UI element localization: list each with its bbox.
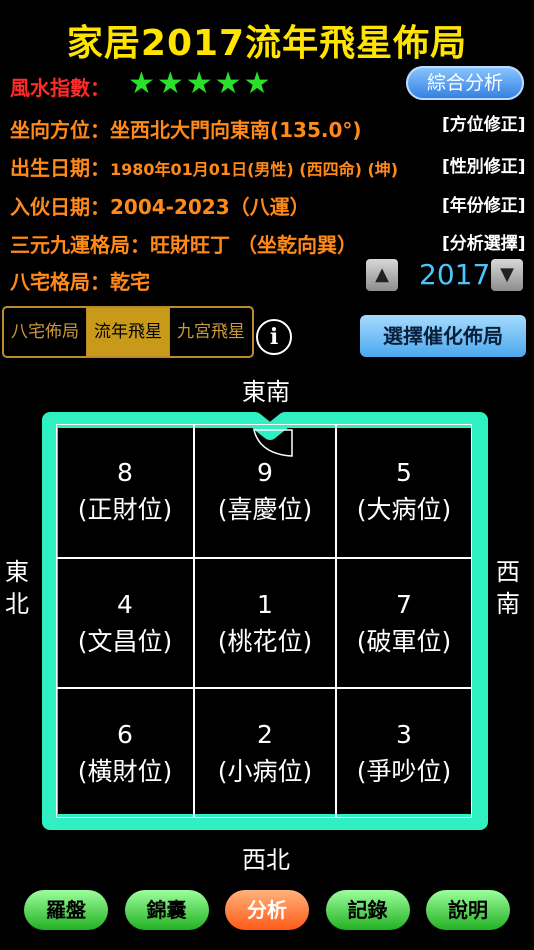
bottom-nav: 羅盤 錦囊 分析 記錄 說明 bbox=[24, 890, 510, 930]
grid-cell[interactable]: 2 (小病位) bbox=[194, 688, 336, 818]
tips-button[interactable]: 錦囊 bbox=[124, 890, 209, 930]
move-in-value: 2004-2023（八運） bbox=[110, 195, 310, 219]
grid-cell[interactable]: 3 (爭吵位) bbox=[336, 688, 472, 818]
tab-nine-palace[interactable]: 九宮飛星 bbox=[169, 308, 252, 356]
comprehensive-analysis-button[interactable]: 綜合分析 bbox=[406, 66, 524, 100]
nine-cycle-label: 三元九運格局： bbox=[10, 233, 150, 257]
orientation-label: 坐向方位： bbox=[10, 118, 110, 142]
direction-bottom: 西北 bbox=[242, 846, 290, 874]
star-rating: ★★★★★ bbox=[128, 66, 273, 101]
year-down-button[interactable]: ▼ bbox=[491, 259, 523, 291]
help-button[interactable]: 說明 bbox=[426, 890, 510, 930]
grid-cell[interactable]: 1 (桃花位) bbox=[194, 558, 336, 688]
birthdate-value: 1980年01月01日(男性) (西四命) (坤) bbox=[110, 160, 399, 179]
grid-cell[interactable]: 9 (喜慶位) bbox=[194, 424, 336, 558]
direction-left: 東北 bbox=[5, 558, 29, 618]
tab-annual-flying-star[interactable]: 流年飛星 bbox=[86, 308, 169, 356]
direction-correct-link[interactable]: [方位修正] bbox=[442, 110, 526, 135]
year-up-button[interactable]: ▲ bbox=[366, 259, 398, 291]
birthdate-label: 出生日期： bbox=[10, 156, 110, 180]
orientation-row: 坐向方位：坐西北大門向東南(135.0°) bbox=[10, 114, 362, 143]
grid-cell[interactable]: 4 (文昌位) bbox=[56, 558, 194, 688]
nine-cycle-row: 三元九運格局：旺財旺丁 （坐乾向巽） bbox=[10, 229, 357, 258]
analysis-select-link[interactable]: [分析選擇] bbox=[442, 229, 526, 254]
nine-palace-grid: 8 (正財位) 9 (喜慶位) 5 (大病位) 4 (文昌位) 1 (桃花位) 7 (破軍位… bbox=[56, 424, 472, 818]
orientation-value: 坐西北大門向東南(135.0°) bbox=[110, 118, 362, 142]
eight-house-label: 八宅格局： bbox=[10, 270, 110, 294]
year-value: 2017 bbox=[419, 258, 491, 291]
layout-tabs: 八宅佈局 流年飛星 九宮飛星 bbox=[2, 306, 254, 358]
grid-cell[interactable]: 6 (橫財位) bbox=[56, 688, 194, 818]
choose-layout-button[interactable]: 選擇催化佈局 bbox=[360, 315, 526, 357]
tab-eight-house[interactable]: 八宅佈局 bbox=[4, 308, 86, 356]
move-in-row: 入伙日期：2004-2023（八運） bbox=[10, 191, 310, 220]
analysis-button[interactable]: 分析 bbox=[225, 890, 309, 930]
page-title: 家居2017流年飛星佈局 bbox=[66, 23, 468, 64]
grid-cell[interactable]: 7 (破軍位) bbox=[336, 558, 472, 688]
move-in-label: 入伙日期： bbox=[10, 195, 110, 219]
compass-button[interactable]: 羅盤 bbox=[24, 890, 108, 930]
eight-house-value: 乾宅 bbox=[110, 270, 150, 294]
eight-house-row: 八宅格局：乾宅 bbox=[10, 266, 150, 295]
gender-correct-link[interactable]: [性別修正] bbox=[442, 152, 526, 177]
birthdate-row: 出生日期：1980年01月01日(男性) (西四命) (坤) bbox=[10, 152, 398, 181]
direction-top: 東南 bbox=[242, 378, 290, 406]
year-correct-link[interactable]: [年份修正] bbox=[442, 191, 526, 216]
triangle-down-icon: ▼ bbox=[500, 264, 514, 285]
grid-cell[interactable]: 8 (正財位) bbox=[56, 424, 194, 558]
grid-cell[interactable]: 5 (大病位) bbox=[336, 424, 472, 558]
feng-shui-index-label: 風水指數： bbox=[10, 76, 110, 100]
info-icon[interactable]: i bbox=[256, 319, 292, 355]
triangle-up-icon: ▲ bbox=[375, 264, 389, 285]
direction-right: 西南 bbox=[496, 558, 520, 618]
records-button[interactable]: 記錄 bbox=[325, 890, 410, 930]
nine-cycle-value: 旺財旺丁 （坐乾向巽） bbox=[150, 233, 357, 257]
